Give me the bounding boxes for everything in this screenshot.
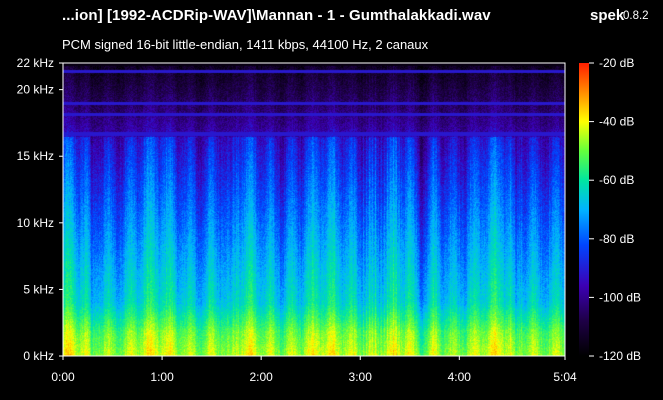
spectrogram-image[interactable]	[63, 63, 565, 356]
y-tick-label: 20 kHz	[17, 83, 54, 97]
x-axis: 0:00 1:00 2:00 3:00 4:00 5:04	[51, 356, 577, 384]
x-tick-label: 2:00	[249, 370, 273, 384]
y-tick-label: 10 kHz	[17, 216, 54, 230]
db-tick-label: -60 dB	[599, 173, 634, 187]
x-tick-label: 1:00	[150, 370, 174, 384]
y-axis: 0 kHz 5 kHz 10 kHz 15 kHz 20 kHz 22 kHz	[17, 56, 63, 363]
spek-window: ...ion] [1992-ACDRip-WAV]\Mannan - 1 - G…	[0, 0, 663, 400]
x-tick-label: 0:00	[51, 370, 75, 384]
y-tick-label: 0 kHz	[23, 349, 54, 363]
spectrogram-chart[interactable]: 0:00 1:00 2:00 3:00 4:00 5:04 0 kHz 5 kHz 10 kH…	[0, 0, 663, 400]
y-tick-label: 15 kHz	[17, 149, 54, 163]
db-legend-axis: -20 dB -40 dB -60 dB -80 dB -100 dB -120 dB	[589, 56, 641, 363]
y-tick-label: 22 kHz	[17, 56, 54, 70]
db-tick-label: -40 dB	[599, 115, 634, 129]
y-tick-label: 5 kHz	[23, 282, 54, 296]
x-tick-label: 5:04	[553, 370, 577, 384]
db-legend-bar	[579, 63, 589, 356]
db-tick-label: -20 dB	[599, 56, 634, 70]
db-tick-label: -80 dB	[599, 232, 634, 246]
db-tick-label: -120 dB	[599, 349, 641, 363]
db-tick-label: -100 dB	[599, 290, 641, 304]
x-tick-label: 4:00	[448, 370, 472, 384]
x-tick-label: 3:00	[349, 370, 373, 384]
